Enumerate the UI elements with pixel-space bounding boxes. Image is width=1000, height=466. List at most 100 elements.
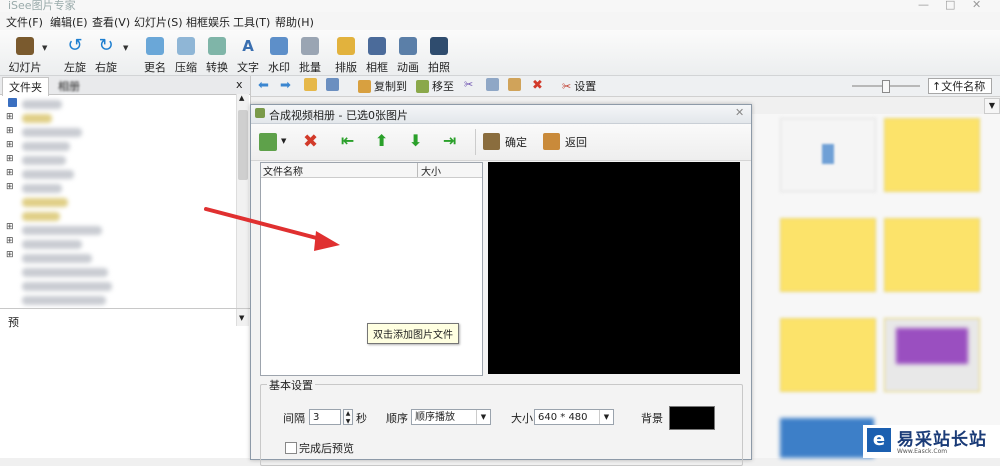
move-down-icon[interactable]: ⬇ [409, 131, 422, 150]
left-panel-tabs: 文件夹 相册 x [0, 76, 250, 96]
tree-item[interactable] [22, 254, 92, 263]
tree-item[interactable] [22, 100, 62, 109]
forward-arrow-icon[interactable]: ➡ [280, 78, 291, 94]
menu-frame-fun[interactable]: 相框娱乐 [186, 14, 230, 30]
menu-view[interactable]: 查看(V) [92, 14, 130, 30]
tree-item[interactable] [22, 156, 66, 165]
video-preview [488, 162, 740, 374]
sort-dropdown[interactable]: ↑文件名称 [928, 78, 992, 94]
background-color-swatch[interactable] [669, 406, 715, 430]
maximize-icon[interactable]: □ [945, 0, 955, 11]
menu-help[interactable]: 帮助(H) [275, 14, 314, 30]
slideshow-button[interactable]: 幻灯片 ▼ [8, 34, 47, 74]
delete-icon[interactable]: ✖ [532, 78, 543, 94]
chevron-down-icon[interactable]: ▼ [42, 44, 47, 52]
batch-button[interactable]: 批量 [293, 34, 327, 74]
preview-after-checkbox[interactable] [285, 442, 297, 454]
tab-album[interactable]: 相册 [58, 78, 80, 94]
folder-up-icon[interactable] [304, 78, 320, 94]
thumbnail[interactable] [780, 218, 876, 292]
site-watermark: e 易采站长站 Www.Easck.Com [863, 425, 1000, 458]
rotate-right-button[interactable]: ↻ 右旋 ▼ [89, 34, 128, 75]
cut-icon[interactable]: ✂ [464, 78, 473, 94]
tree-item[interactable] [22, 240, 82, 249]
zoom-slider-thumb[interactable] [882, 80, 890, 93]
paste-icon[interactable] [486, 78, 502, 94]
back-button[interactable]: 返回 [543, 133, 587, 151]
tree-item[interactable] [22, 268, 108, 277]
tree-item[interactable] [22, 114, 52, 123]
add-image-button[interactable] [259, 133, 277, 151]
chevron-down-icon[interactable]: ▼ [123, 44, 128, 52]
tree-item[interactable] [22, 198, 68, 207]
chevron-down-icon[interactable]: ▼ [281, 137, 286, 145]
expand-icon[interactable]: ⊞ [6, 140, 14, 150]
move-up-icon[interactable]: ⬆ [375, 131, 388, 150]
column-size[interactable]: 大小 [421, 163, 441, 178]
tree-item[interactable] [22, 128, 82, 137]
scroll-down-icon[interactable]: ▼ [239, 314, 244, 322]
settings-button[interactable]: ✂ 设置 [562, 78, 596, 94]
hint-tooltip: 双击添加图片文件 [367, 323, 459, 344]
tree-item[interactable] [22, 184, 62, 193]
tree-item[interactable] [22, 282, 112, 291]
dialog-title: 合成视频相册 - 已选0张图片 [269, 109, 408, 122]
order-dropdown[interactable]: 顺序播放 ▼ [411, 409, 491, 425]
expand-icon[interactable]: ⊞ [6, 126, 14, 136]
background-label: 背景 [641, 412, 663, 425]
tree-item[interactable] [22, 170, 74, 179]
chevron-down-icon[interactable]: ▼ [984, 98, 1000, 114]
tree-item[interactable] [22, 226, 102, 235]
thumbnail[interactable] [884, 118, 980, 192]
remove-icon[interactable]: ✖ [303, 131, 318, 152]
video-album-dialog: 合成视频相册 - 已选0张图片 ✕ ▼ ✖ ⇤ ⬆ ⬇ ⇥ 确定 返回 文件名称… [250, 104, 752, 466]
menu-file[interactable]: 文件(F) [6, 14, 43, 30]
film-icon [16, 37, 34, 55]
move-icon [416, 80, 429, 93]
confirm-button[interactable]: 确定 [483, 133, 527, 151]
back-arrow-icon[interactable]: ⬅ [258, 78, 269, 94]
menu-slideshow[interactable]: 幻灯片(S) [134, 14, 183, 30]
thumbnail[interactable] [780, 318, 876, 392]
scroll-thumb[interactable] [238, 110, 248, 180]
tree-item[interactable] [22, 212, 60, 221]
dialog-close-icon[interactable]: ✕ [735, 106, 744, 119]
close-icon[interactable]: ✕ [972, 0, 981, 11]
menu-edit[interactable]: 编辑(E) [50, 14, 88, 30]
expand-icon[interactable]: ⊞ [6, 222, 14, 232]
navigation-row: ⬅ ➡ 复制到 移至 ✂ ✖ ✂ 设置 ↑文件名称 [250, 76, 1000, 97]
move-to-button[interactable]: 移至 [416, 78, 454, 94]
minimize-icon[interactable]: — [918, 0, 929, 11]
scroll-up-icon[interactable]: ▲ [239, 94, 244, 102]
thumbnail[interactable] [780, 418, 874, 458]
tree-item[interactable] [22, 296, 106, 305]
clipboard-icon[interactable] [508, 78, 524, 94]
column-divider[interactable] [417, 163, 418, 177]
camera-button[interactable]: 拍照 [422, 34, 456, 74]
expand-icon[interactable]: ⊞ [6, 154, 14, 164]
expand-icon[interactable]: ⊞ [6, 250, 14, 260]
size-dropdown[interactable]: 640 * 480 ▼ [534, 409, 614, 425]
interval-input[interactable]: 3 [309, 409, 341, 425]
move-first-icon[interactable]: ⇤ [341, 131, 354, 150]
watermark-icon [270, 37, 288, 55]
expand-icon[interactable]: ⊞ [6, 182, 14, 192]
chevron-down-icon[interactable]: ▼ [476, 410, 490, 424]
move-last-icon[interactable]: ⇥ [443, 131, 456, 150]
thumbnail[interactable] [884, 218, 980, 292]
menu-tools[interactable]: 工具(T) [233, 14, 270, 30]
tab-folders[interactable]: 文件夹 [2, 77, 49, 96]
expand-icon[interactable]: ⊞ [6, 112, 14, 122]
expand-icon[interactable]: ⊞ [6, 168, 14, 178]
expand-icon[interactable]: ⊞ [6, 236, 14, 246]
watermark-name: 易采站长站 [897, 430, 987, 450]
copy-to-button[interactable]: 复制到 [358, 78, 407, 94]
chevron-down-icon[interactable]: ▼ [599, 410, 613, 424]
refresh-icon[interactable] [326, 78, 342, 94]
dialog-icon [255, 108, 265, 118]
column-file-name[interactable]: 文件名称 [263, 163, 303, 178]
tree-item[interactable] [22, 142, 70, 151]
close-pane-icon[interactable]: x [236, 78, 243, 91]
layout-icon [337, 37, 355, 55]
interval-spinner[interactable]: ▲ ▼ [343, 409, 353, 425]
